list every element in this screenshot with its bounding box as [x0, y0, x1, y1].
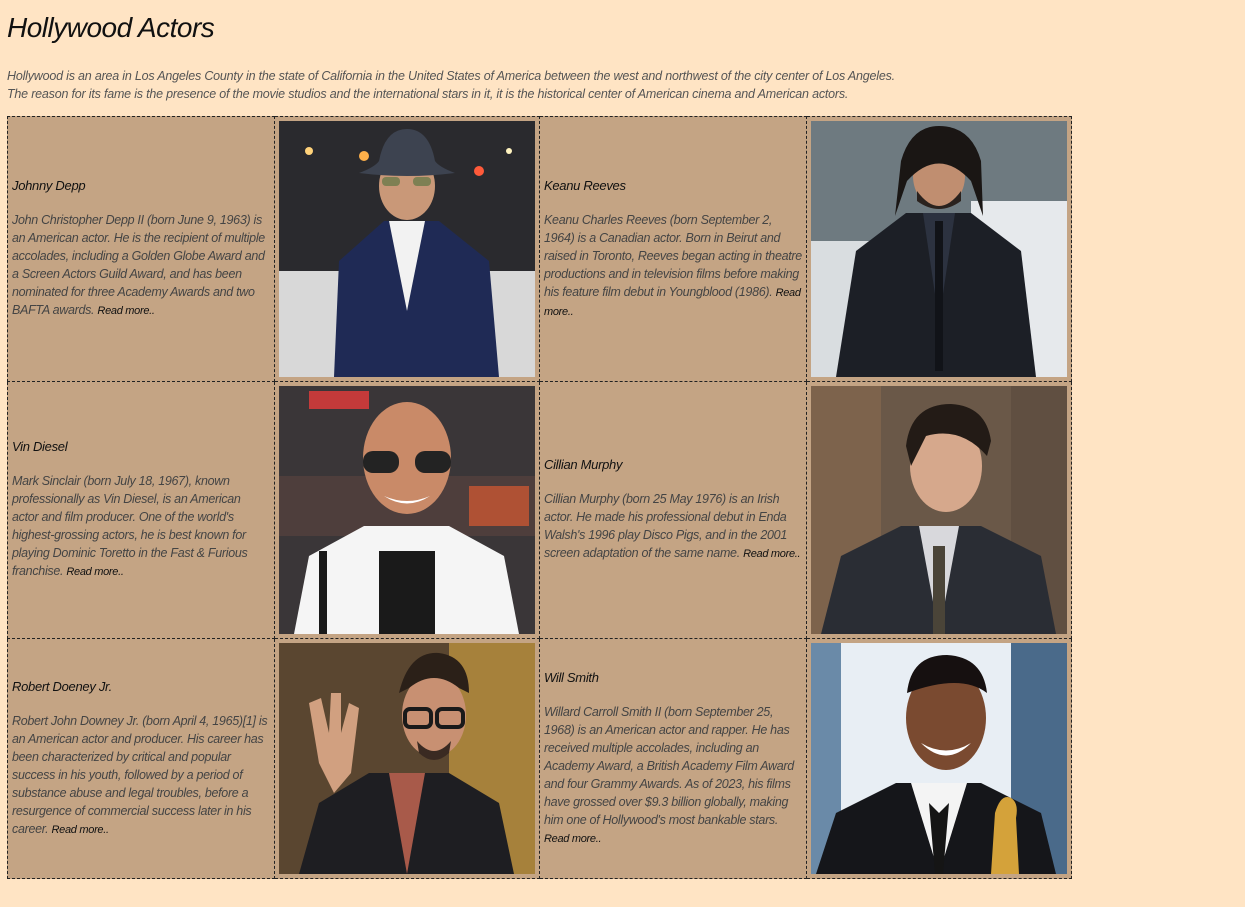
actor-bio-text: John Christopher Depp II (born June 9, 1… — [12, 213, 265, 317]
actor-bio: John Christopher Depp II (born June 9, 1… — [12, 211, 270, 320]
actor-name: Robert Doeney Jr. — [12, 678, 112, 694]
actor-text-cell: Cillian Murphy Cillian Murphy (born 25 M… — [539, 381, 807, 639]
actor-text-cell: Robert Doeney Jr. Robert John Downey Jr.… — [7, 638, 275, 879]
table-row: Johnny Depp John Christopher Depp II (bo… — [7, 116, 1072, 382]
actor-bio: Willard Carroll Smith II (born September… — [544, 703, 802, 848]
actor-photo — [811, 643, 1067, 874]
actor-photo-cell — [806, 116, 1072, 382]
actor-photo-cell — [274, 381, 540, 639]
read-more-link[interactable]: Read more.. — [544, 833, 602, 845]
intro-line-2: The reason for its fame is the presence … — [7, 87, 849, 101]
table-row: Robert Doeney Jr. Robert John Downey Jr.… — [7, 638, 1072, 879]
read-more-link[interactable]: Read more.. — [66, 566, 124, 578]
actor-bio-text: Willard Carroll Smith II (born September… — [544, 704, 794, 827]
actor-photo-cell — [806, 638, 1072, 879]
actor-photo-cell — [806, 381, 1072, 639]
actor-photo-cell — [274, 116, 540, 382]
actor-name: Cillian Murphy — [544, 457, 623, 472]
actor-bio: Mark Sinclair (born July 18, 1967), know… — [12, 472, 270, 581]
actor-bio-text: Robert John Downey Jr. (born April 4, 19… — [12, 713, 268, 836]
actor-bio-text: Mark Sinclair (born July 18, 1967), know… — [12, 474, 248, 578]
actor-photo — [279, 643, 535, 874]
actors-table: Johnny Depp John Christopher Depp II (bo… — [7, 116, 1072, 879]
intro-text: Hollywood is an area in Los Angeles Coun… — [7, 67, 895, 103]
actor-text-cell: Will Smith Willard Carroll Smith II (bor… — [539, 638, 807, 879]
actor-text-cell: Johnny Depp John Christopher Depp II (bo… — [7, 116, 275, 382]
actor-photo — [811, 386, 1067, 634]
intro-line-1: Hollywood is an area in Los Angeles Coun… — [7, 69, 895, 83]
actor-name: Johnny Depp — [12, 178, 86, 193]
read-more-link[interactable]: Read more.. — [52, 824, 110, 836]
read-more-link[interactable]: Read more.. — [743, 548, 801, 560]
actor-text-cell: Vin Diesel Mark Sinclair (born July 18, … — [7, 381, 275, 639]
actor-text-cell: Keanu Reeves Keanu Charles Reeves (born … — [539, 116, 807, 382]
actor-photo — [279, 121, 535, 377]
actor-name: Will Smith — [544, 669, 599, 685]
actor-bio: Cillian Murphy (born 25 May 1976) is an … — [544, 490, 802, 563]
actor-bio-text: Keanu Charles Reeves (born September 2, … — [544, 212, 802, 299]
actor-name: Vin Diesel — [12, 439, 68, 454]
page-title: Hollywood Actors — [7, 12, 215, 43]
actor-photo — [279, 386, 535, 634]
actor-bio: Keanu Charles Reeves (born September 2, … — [544, 211, 802, 321]
actor-name: Keanu Reeves — [544, 177, 626, 193]
actor-photo — [811, 121, 1067, 377]
read-more-link[interactable]: Read more.. — [97, 305, 155, 317]
actor-photo-cell — [274, 638, 540, 879]
actor-bio: Robert John Downey Jr. (born April 4, 19… — [12, 712, 270, 839]
table-row: Vin Diesel Mark Sinclair (born July 18, … — [7, 381, 1072, 639]
